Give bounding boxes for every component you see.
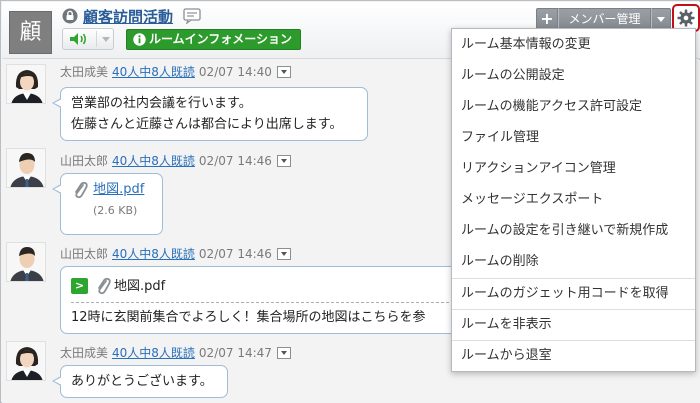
timestamp: 02/07 14:46 xyxy=(198,153,272,168)
message-menu-button[interactable] xyxy=(276,65,291,78)
room-settings-menu: ルーム基本情報の変更 ルームの公開設定 ルームの機能アクセス許可設定 ファイル管… xyxy=(451,28,696,372)
notification-sound-button[interactable] xyxy=(62,28,114,50)
attachment: 地図.pdf xyxy=(71,179,152,200)
timestamp: 02/07 14:40 xyxy=(198,64,272,79)
message-line: 佐藤さんと近藤さんは都合により出席します。 xyxy=(71,117,343,132)
menu-item-access-permissions[interactable]: ルームの機能アクセス許可設定 xyxy=(452,91,695,122)
chevron-down-icon xyxy=(657,17,665,22)
menu-item-message-export[interactable]: メッセージエクスポート xyxy=(452,184,695,215)
author-name[interactable]: 山田太郎 xyxy=(60,245,108,262)
menu-item-edit-room-info[interactable]: ルーム基本情報の変更 xyxy=(452,29,695,60)
chevron-down-icon xyxy=(102,37,110,42)
menu-item-hide-room[interactable]: ルームを非表示 xyxy=(452,309,695,340)
menu-item-file-management[interactable]: ファイル管理 xyxy=(452,122,695,153)
paperclip-icon xyxy=(98,277,111,295)
gear-icon xyxy=(677,9,695,27)
quoted-file-name: 地図.pdf xyxy=(114,278,166,294)
message-line: 営業部の社内会議を行います。 xyxy=(71,96,252,111)
author-name[interactable]: 山田太郎 xyxy=(60,152,108,169)
message-menu-button[interactable] xyxy=(276,154,291,167)
info-icon xyxy=(133,33,146,46)
lock-icon xyxy=(62,8,78,24)
timestamp: 02/07 14:47 xyxy=(198,345,272,360)
read-status-link[interactable]: 40人中8人既読 xyxy=(112,63,195,80)
member-management-button[interactable]: メンバー管理 xyxy=(558,8,651,30)
member-dropdown-button[interactable] xyxy=(651,8,671,30)
message-bubble: ありがとうございます。 xyxy=(52,365,228,398)
add-member-button[interactable]: + xyxy=(536,8,558,30)
message-meta: 山田太郎 40人中8人既読 02/07 14:46 xyxy=(60,152,291,169)
person-icon xyxy=(7,342,45,380)
member-controls: + メンバー管理 xyxy=(536,8,671,30)
message-menu-button[interactable] xyxy=(276,346,291,359)
author-name[interactable]: 太田成美 xyxy=(60,344,108,361)
person-icon xyxy=(7,243,45,281)
avatar-male[interactable] xyxy=(6,148,46,188)
message-text: ありがとうございます。 xyxy=(71,374,213,389)
avatar-male[interactable] xyxy=(6,242,46,282)
menu-item-delete-room[interactable]: ルームの削除 xyxy=(452,246,695,277)
paperclip-icon xyxy=(75,181,88,198)
message-menu-button[interactable] xyxy=(276,247,291,260)
divider xyxy=(96,31,97,47)
menu-item-gadget-code[interactable]: ルームのガジェット用コードを取得 xyxy=(452,278,695,309)
message-meta: 太田成美 40人中8人既読 02/07 14:40 xyxy=(60,63,291,80)
read-status-link[interactable]: 40人中8人既読 xyxy=(112,344,195,361)
chat-room-window: 顧 顧客訪問活動 ルームインフォメーション + メンバー管理 太田成美 40人中… xyxy=(0,0,700,403)
message-meta: 山田太郎 40人中8人既読 02/07 14:46 xyxy=(60,245,291,262)
room-information-label: ルームインフォメーション xyxy=(149,32,293,46)
person-icon xyxy=(7,65,45,103)
file-link[interactable]: 地図.pdf xyxy=(93,182,144,197)
file-size: (2.6 KB) xyxy=(93,204,138,217)
room-title[interactable]: 顧客訪問活動 xyxy=(83,6,173,27)
quote-icon[interactable]: > xyxy=(71,278,88,294)
person-icon xyxy=(7,149,45,187)
read-status-link[interactable]: 40人中8人既読 xyxy=(112,245,195,262)
menu-item-visibility-settings[interactable]: ルームの公開設定 xyxy=(452,60,695,91)
room-information-button[interactable]: ルームインフォメーション xyxy=(126,29,302,50)
speaker-icon xyxy=(70,33,86,45)
room-avatar: 顧 xyxy=(9,11,52,54)
avatar-female[interactable] xyxy=(6,64,46,104)
author-name[interactable]: 太田成美 xyxy=(60,63,108,80)
chat-bubble-icon[interactable] xyxy=(183,8,203,24)
read-status-link[interactable]: 40人中8人既読 xyxy=(112,152,195,169)
avatar-female[interactable] xyxy=(6,341,46,381)
menu-item-duplicate-room[interactable]: ルームの設定を引き継いで新規作成 xyxy=(452,215,695,246)
message-bubble: 地図.pdf (2.6 KB) xyxy=(52,173,163,235)
menu-item-reaction-icons[interactable]: リアクションアイコン管理 xyxy=(452,153,695,184)
message-meta: 太田成美 40人中8人既読 02/07 14:47 xyxy=(60,344,291,361)
timestamp: 02/07 14:46 xyxy=(198,246,272,261)
message-bubble: 営業部の社内会議を行います。 佐藤さんと近藤さんは都合により出席します。 xyxy=(52,87,368,141)
menu-item-leave-room[interactable]: ルームから退室 xyxy=(452,340,695,371)
